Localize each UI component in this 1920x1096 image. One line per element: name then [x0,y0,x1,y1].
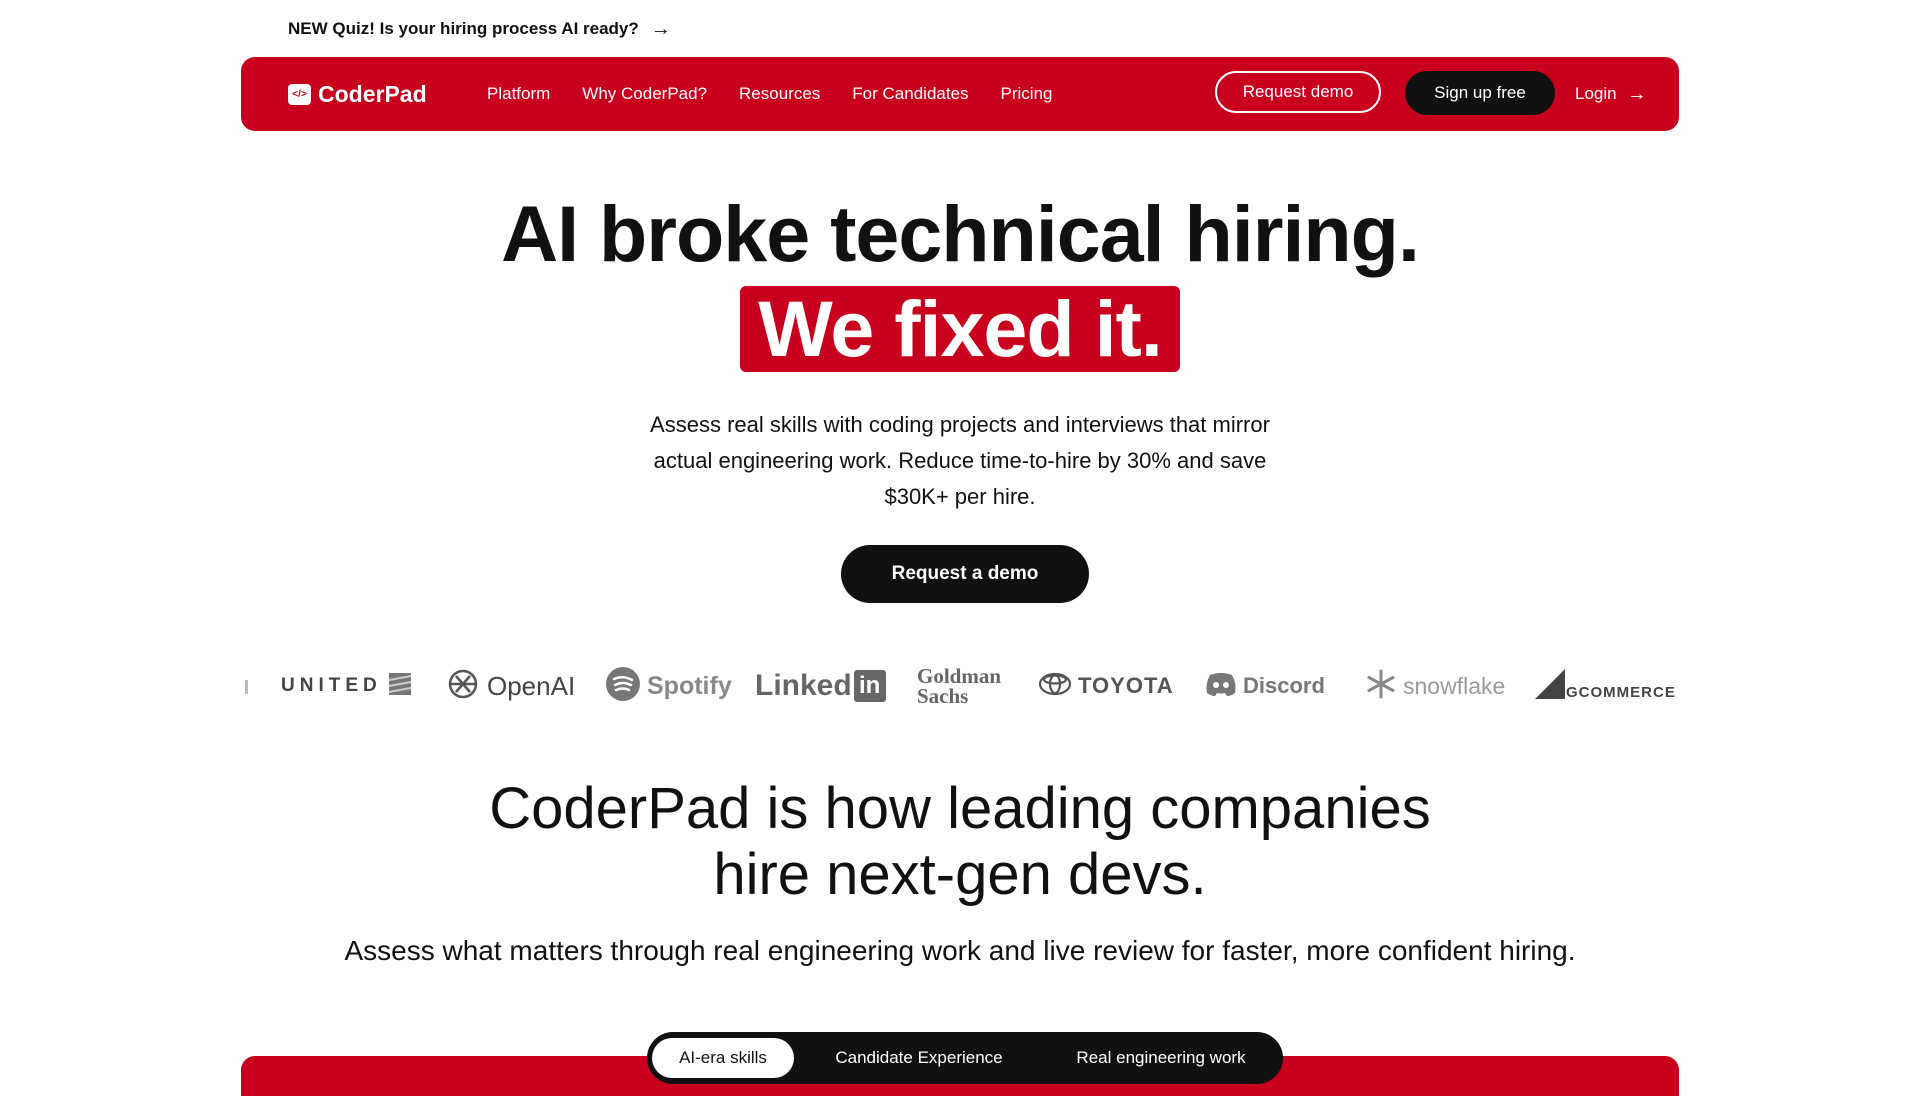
nav-links: Platform Why CoderPad? Resources For Can… [487,57,1053,131]
tab-real-engineering-work[interactable]: Real engineering work [1044,1038,1278,1078]
arrow-right-icon: → [1626,82,1647,105]
bigcommerce-wordmark: BIGCOMMERCE [1549,683,1676,701]
hero-highlight-wrap: We fixed it. [0,286,1920,372]
section-title-line2: hire next-gen devs. [713,842,1207,907]
logo-text: CoderPad [318,80,427,107]
sign-up-free-button[interactable]: Sign up free [1405,71,1555,115]
announcement-text: NEW Quiz! Is your hiring process AI read… [288,19,639,38]
section-title: CoderPad is how leading companies hire n… [0,776,1920,908]
hero-highlight: We fixed it. [740,286,1180,372]
snowflake-wordmark: snowflake [1403,672,1506,699]
globe-icon [388,672,412,701]
spotify-icon [605,666,641,707]
request-demo-button[interactable]: Request demo [1215,71,1381,113]
linkedin-in-icon: in [853,670,886,702]
openai-logo: OpenAI [445,660,575,712]
section-title-line1: CoderPad is how leading companies [489,776,1431,841]
discord-icon [1205,671,1237,702]
snowflake-icon [1365,668,1397,705]
linkedin-logo: Linked in [755,660,886,712]
hero-subtext: Assess real skills with coding projects … [650,412,1270,509]
snowflake-logo: snowflake [1365,660,1505,712]
arrow-right-icon: → [650,17,671,40]
united-wordmark: UNITED [281,675,382,696]
spotify-wordmark: Spotify [647,671,732,700]
hero-headline: AI broke technical hiring. [501,189,1420,278]
section-subtext: Assess what matters through real enginee… [344,935,1576,966]
toyota-emblem-icon [1038,672,1072,701]
nav-link-platform[interactable]: Platform [487,84,550,104]
discord-logo: Discord [1205,660,1325,712]
announcement-link[interactable]: NEW Quiz! Is your hiring process AI read… [288,16,671,42]
bigcommerce-logo: BIGCOMMERCE [1535,660,1676,712]
discord-wordmark: Discord [1243,673,1325,698]
navbar: </> CoderPad Platform Why CoderPad? Reso… [241,57,1679,131]
nav-link-resources[interactable]: Resources [739,84,820,104]
united-logo: UNITED [281,660,412,712]
openai-wordmark: OpenAI [487,670,576,701]
spotify-logo: Spotify [605,660,732,712]
fade-edge [245,680,248,694]
nav-link-for-candidates[interactable]: For Candidates [852,84,968,104]
code-brackets-icon: </> [288,83,311,105]
tab-candidate-experience[interactable]: Candidate Experience [794,1038,1044,1078]
login-link[interactable]: Login → [1575,57,1647,131]
login-label: Login [1575,84,1617,103]
nav-link-pricing[interactable]: Pricing [1001,84,1053,104]
tab-ai-era-skills[interactable]: AI-era skills [652,1038,794,1078]
feature-tabs: AI-era skills Candidate Experience Real … [647,1032,1283,1084]
goldman-sachs-logo: Goldman Sachs [917,660,1007,712]
nav-link-why-coderpad[interactable]: Why CoderPad? [582,84,707,104]
toyota-logo: TOYOTA [1038,660,1174,712]
coderpad-logo[interactable]: </> CoderPad [288,57,427,131]
linkedin-wordmark: Linked [755,669,852,702]
goldman-sachs-wordmark: Goldman Sachs [917,664,1002,708]
customer-logos: UNITED OpenAI Spotify Linked in Goldman … [245,660,1675,712]
toyota-wordmark: TOYOTA [1078,673,1174,698]
request-a-demo-button[interactable]: Request a demo [841,545,1089,603]
openai-knot-icon [445,666,481,707]
